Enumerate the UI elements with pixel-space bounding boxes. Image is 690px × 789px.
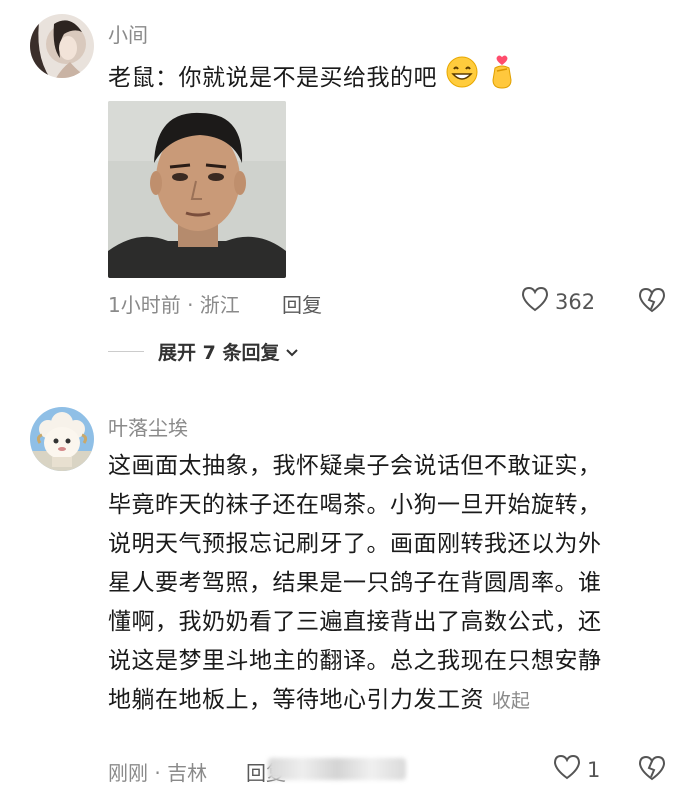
comment-text-line: 星人要考驾照，结果是一只鸽子在背圆周率。谁 [108, 570, 602, 596]
comment-meta: 刚刚 · 吉林 [108, 761, 208, 785]
comment-text-line: 毕竟昨天的袜子还在喝茶。小狗一旦开始旋转， [108, 492, 602, 518]
username[interactable]: 小间 [108, 19, 148, 48]
username[interactable]: 叶落尘埃 [108, 412, 188, 441]
comment-page: 小间 老鼠：你就说是不是买给我的吧 1小时前 · 浙江 回复 362 展开 7 … [0, 0, 690, 789]
like-count: 362 [555, 289, 596, 314]
comment-text-line: 说这是梦里斗地主的翻译。总之我现在只想安静 [108, 648, 602, 674]
finger-heart-icon [487, 54, 517, 103]
broken-heart-icon [638, 755, 666, 785]
collapse-button[interactable]: 收起 [492, 690, 530, 712]
comment-meta: 1小时前 · 浙江 [108, 293, 240, 317]
user-avatar[interactable] [30, 407, 94, 471]
broken-heart-icon [638, 287, 666, 317]
reply-button[interactable]: 回复 [282, 289, 322, 318]
like-button[interactable]: 362 [521, 286, 595, 317]
chevron-down-icon [285, 341, 299, 363]
user-avatar[interactable] [30, 14, 94, 78]
expand-replies-label: 展开 7 条回复 [158, 342, 280, 364]
heart-icon [521, 286, 549, 317]
expand-replies-button[interactable]: 展开 7 条回复 [108, 338, 299, 365]
divider [108, 351, 144, 352]
comment-item: 叶落尘埃 这画面太抽象，我怀疑桌子会说话但不敢证实， 毕竟昨天的袜子还在喝茶。小… [0, 380, 690, 789]
comment-text: 这画面太抽象，我怀疑桌子会说话但不敢证实， 毕竟昨天的袜子还在喝茶。小狗一旦开始… [108, 447, 602, 721]
comment-text-content: 老鼠：你就说是不是买给我的吧 [108, 65, 437, 91]
comment-text: 老鼠：你就说是不是买给我的吧 [108, 54, 517, 103]
comment-item: 小间 老鼠：你就说是不是买给我的吧 1小时前 · 浙江 回复 362 展开 7 … [0, 0, 690, 380]
comment-text-line: 地躺在地板上，等待地心引力发工资 [108, 687, 484, 713]
like-button[interactable]: 1 [553, 754, 600, 785]
comment-text-last-line: 地躺在地板上，等待地心引力发工资 收起 [108, 681, 602, 721]
grin-emoji-icon [445, 55, 479, 102]
comment-text-line: 懂啊，我奶奶看了三遍直接背出了高数公式，还 [108, 609, 602, 635]
like-count: 1 [587, 757, 601, 782]
blurred-overlay [268, 758, 406, 780]
dislike-button[interactable] [638, 755, 666, 785]
dislike-button[interactable] [638, 287, 666, 317]
heart-icon [553, 754, 581, 785]
comment-text-line: 说明天气预报忘记刷牙了。画面刚转我还以为外 [108, 531, 602, 557]
comment-image[interactable] [108, 101, 286, 278]
comment-text-line: 这画面太抽象，我怀疑桌子会说话但不敢证实， [108, 453, 602, 479]
